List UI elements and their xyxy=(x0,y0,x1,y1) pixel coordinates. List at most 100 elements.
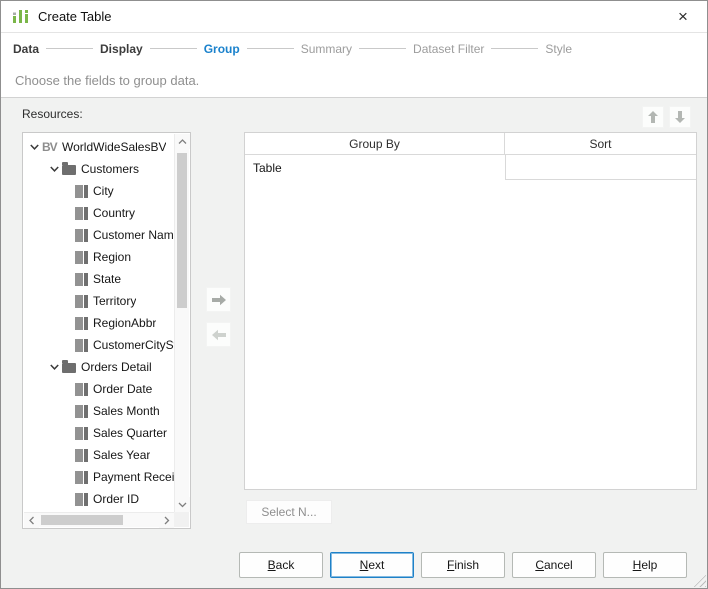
create-table-dialog: Create Table × DataDisplayGroupSummaryDa… xyxy=(0,0,708,589)
field-icon xyxy=(75,207,88,220)
resources-label: Resources: xyxy=(22,107,83,121)
remove-field-button[interactable] xyxy=(206,322,231,347)
add-field-button[interactable] xyxy=(206,287,231,312)
tree-item[interactable]: Sales Quarter xyxy=(24,422,174,444)
horizontal-scrollbar[interactable] xyxy=(24,512,174,527)
scroll-up-icon[interactable] xyxy=(175,134,190,149)
folder-icon xyxy=(62,165,76,175)
tree-item[interactable]: Country xyxy=(24,202,174,224)
tree-item[interactable]: BVWorldWideSalesBV xyxy=(24,136,174,158)
tree-item[interactable]: CustomerCityStateZ xyxy=(24,334,174,356)
title-bar: Create Table × xyxy=(1,1,707,33)
move-up-button[interactable] xyxy=(642,106,664,128)
tree-item-label: Sales Quarter xyxy=(93,426,167,440)
finish-button[interactable]: Finish xyxy=(421,552,505,578)
field-icon xyxy=(75,449,88,462)
step-connector xyxy=(491,48,538,49)
step-connector xyxy=(150,48,197,49)
field-icon xyxy=(75,317,88,330)
arrow-up-icon xyxy=(647,110,659,124)
tree-item-label: Sales Month xyxy=(93,404,160,418)
tree-item-label: City xyxy=(93,184,114,198)
business-view-icon: BV xyxy=(42,140,62,154)
tree-item[interactable]: Customers xyxy=(24,158,174,180)
tree-item-label: Payment Received xyxy=(93,470,174,484)
wizard-step-style[interactable]: Style xyxy=(545,42,572,56)
tree-item[interactable]: Order ID xyxy=(24,488,174,510)
cancel-button[interactable]: Cancel xyxy=(512,552,596,578)
table-row[interactable]: Table xyxy=(245,155,696,180)
column-header-group-by: Group By xyxy=(245,133,505,154)
dialog-title: Create Table xyxy=(38,9,111,24)
tree-item-label: RegionAbbr xyxy=(93,316,156,330)
tree-item-label: State xyxy=(93,272,121,286)
chevron-down-icon[interactable] xyxy=(49,164,62,174)
resources-tree-panel: BVWorldWideSalesBV Customers City Country Cu… xyxy=(22,132,191,529)
next-button[interactable]: Next xyxy=(330,552,414,578)
group-table-header: Group By Sort xyxy=(245,133,696,155)
tree-item[interactable]: Territory xyxy=(24,290,174,312)
wizard-step-display[interactable]: Display xyxy=(100,42,143,56)
footer-buttons: Back Next Finish Cancel Help xyxy=(239,552,687,578)
field-icon xyxy=(75,427,88,440)
field-icon xyxy=(75,405,88,418)
wizard-step-data[interactable]: Data xyxy=(13,42,39,56)
tree-item-label: Orders Detail xyxy=(81,360,152,374)
tree-item[interactable]: Payment Received xyxy=(24,466,174,488)
tree-item[interactable]: Customer Name xyxy=(24,224,174,246)
folder-icon xyxy=(62,363,76,373)
wizard-step-group[interactable]: Group xyxy=(204,42,240,56)
wizard-step-dataset-filter[interactable]: Dataset Filter xyxy=(413,42,484,56)
scrollbar-corner xyxy=(174,512,189,527)
chevron-down-icon[interactable] xyxy=(29,142,42,152)
arrow-down-icon xyxy=(674,110,686,124)
tree-item[interactable]: Sales Year xyxy=(24,444,174,466)
tree-item-label: Customers xyxy=(81,162,139,176)
field-icon xyxy=(75,273,88,286)
close-icon[interactable]: × xyxy=(667,3,699,31)
group-by-cell[interactable]: Table xyxy=(245,155,505,180)
back-button[interactable]: Back xyxy=(239,552,323,578)
field-icon xyxy=(75,339,88,352)
tree-item-label: Customer Name xyxy=(93,228,174,242)
step-connector xyxy=(359,48,406,49)
tree-item-label: WorldWideSalesBV xyxy=(62,140,166,154)
select-n-button[interactable]: Select N... xyxy=(246,500,332,524)
tree-item-label: CustomerCityStateZ xyxy=(93,338,174,352)
scroll-down-icon[interactable] xyxy=(175,497,190,512)
chevron-down-icon[interactable] xyxy=(49,362,62,372)
tree-item[interactable]: RegionAbbr xyxy=(24,312,174,334)
vertical-scrollbar[interactable] xyxy=(174,134,189,512)
column-header-sort: Sort xyxy=(505,133,696,154)
tree-item[interactable]: Region xyxy=(24,246,174,268)
resize-grip[interactable] xyxy=(692,573,706,587)
wizard-steps: Data Display Group Summary Dataset Filter Sty… xyxy=(1,33,707,64)
field-icon xyxy=(75,185,88,198)
horizontal-scroll-thumb[interactable] xyxy=(41,515,123,525)
sort-cell[interactable] xyxy=(505,155,696,180)
scroll-right-icon[interactable] xyxy=(159,513,174,528)
resource-tree: BVWorldWideSalesBV Customers City Country Cu… xyxy=(24,134,174,512)
vertical-scroll-thumb[interactable] xyxy=(177,153,187,308)
tree-item[interactable]: Order Date xyxy=(24,378,174,400)
step-connector xyxy=(247,48,294,49)
group-table: Group By Sort Table xyxy=(244,132,697,490)
tree-item-label: Territory xyxy=(93,294,136,308)
move-down-button[interactable] xyxy=(669,106,691,128)
field-icon xyxy=(75,493,88,506)
help-button[interactable]: Help xyxy=(603,552,687,578)
tree-item-label: Country xyxy=(93,206,135,220)
field-icon xyxy=(75,471,88,484)
step-connector xyxy=(46,48,93,49)
tree-item[interactable]: Orders Detail xyxy=(24,356,174,378)
tree-item[interactable]: City xyxy=(24,180,174,202)
scroll-left-icon[interactable] xyxy=(24,513,39,528)
tree-item-label: Region xyxy=(93,250,131,264)
field-icon xyxy=(75,295,88,308)
arrow-left-icon xyxy=(211,329,227,341)
tree-item[interactable]: Sales Month xyxy=(24,400,174,422)
wizard-subtitle: Choose the fields to group data. xyxy=(1,64,707,98)
wizard-step-summary[interactable]: Summary xyxy=(301,42,352,56)
field-icon xyxy=(75,229,88,242)
tree-item[interactable]: State xyxy=(24,268,174,290)
